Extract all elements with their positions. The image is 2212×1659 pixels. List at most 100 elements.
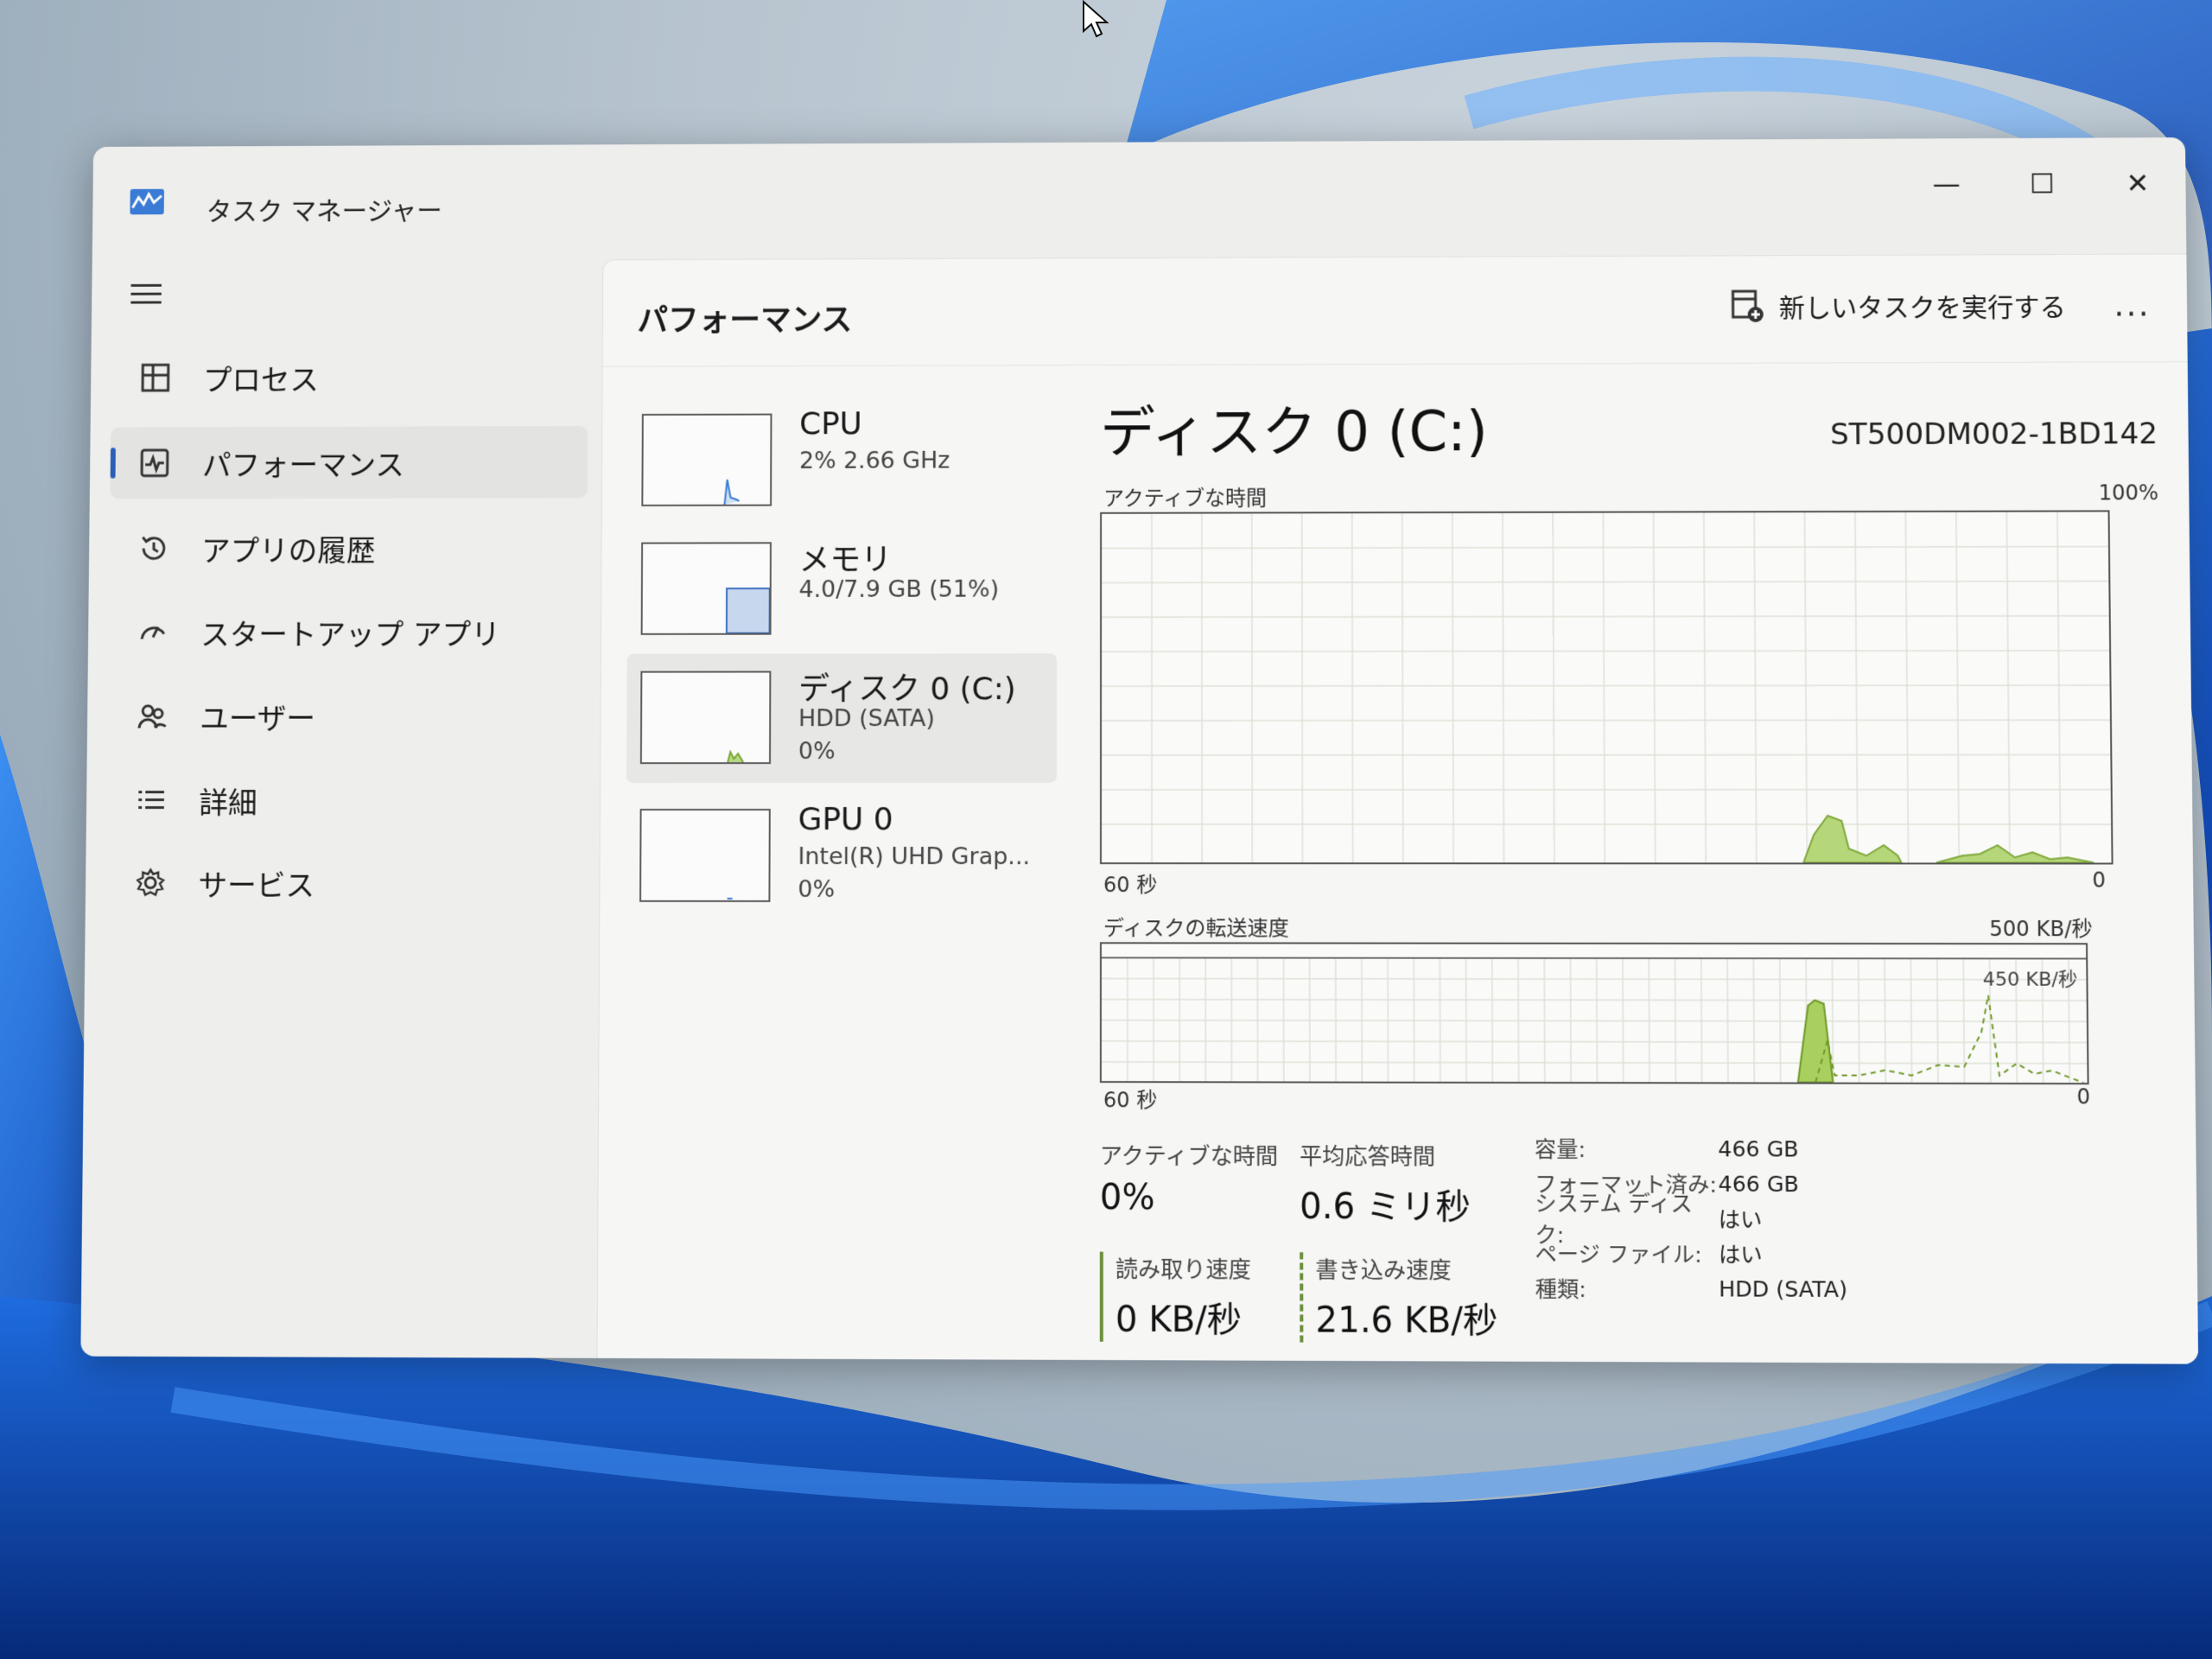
active-time-graph-label: アクティブな時間 — [1103, 486, 1268, 511]
performance-icon — [132, 441, 177, 485]
transfer-rate-graph: 450 KB/秒 — [1099, 942, 2089, 1085]
content-header: パフォーマンス 新しいタスクを実行する ... — [602, 254, 2189, 367]
transfer-rate-graph-max: 500 KB/秒 — [1989, 916, 2093, 942]
nav-item-services[interactable]: サービス — [105, 847, 585, 919]
device-usage: 2% 2.66 GHz — [798, 447, 950, 474]
title-bar[interactable]: タスク マネージャー — ☐ ✕ — [92, 137, 2186, 232]
nav-label: 詳細 — [199, 785, 257, 821]
nav-item-performance[interactable]: パフォーマンス — [110, 426, 588, 499]
stat-active-time: アクティブな時間 0% — [1100, 1139, 1278, 1218]
startup-icon — [130, 610, 175, 655]
transfer-rate-axis-right: 0 — [2076, 1084, 2091, 1109]
nav-label: ユーザー — [200, 702, 316, 737]
nav-label: スタートアップ アプリ — [200, 617, 501, 652]
device-item-gpu-0[interactable]: GPU 0 Intel(R) UHD Grap... 0% — [626, 791, 1057, 921]
maximize-button[interactable]: ☐ — [1994, 153, 2090, 213]
device-item-disk-0[interactable]: ディスク 0 (C:) HDD (SATA) 0% — [626, 653, 1058, 784]
property-row: ページ ファイル: はい — [1535, 1236, 1847, 1272]
device-list: CPU 2% 2.66 GHz メモリ 4.0/7.9 GB (51%) ディス… — [626, 387, 1058, 903]
property-value: 466 GB — [1718, 1171, 1799, 1197]
disk-detail-panel: ディスク 0 (C:) ST500DM002-1BD142 アクティブな時間 1… — [1099, 384, 2167, 1351]
nav-label: パフォーマンス — [201, 448, 405, 483]
detail-title: ディスク 0 (C:) — [1100, 400, 1488, 466]
device-item-memory[interactable]: メモリ 4.0/7.9 GB (51%) — [627, 524, 1058, 654]
performance-content: パフォーマンス 新しいタスクを実行する ... CPU 2% 2.66 GHz … — [596, 253, 2199, 1364]
history-icon — [131, 526, 176, 571]
property-row: システム ディスク: はい — [1535, 1191, 1847, 1248]
minimize-button[interactable]: — — [1898, 154, 1994, 214]
run-new-task-label: 新しいタスクを実行する — [1778, 292, 2066, 324]
transfer-rate-graph-label: ディスクの転送速度 — [1103, 916, 1289, 941]
device-model: Intel(R) UHD Grap... — [798, 842, 1031, 871]
minimize-icon: — — [1932, 167, 1961, 200]
users-icon — [130, 694, 175, 739]
gpu-thumbnail-graph — [639, 809, 771, 902]
mouse-cursor-icon — [1083, 0, 1109, 38]
stat-label: 書き込み速度 — [1315, 1257, 1452, 1285]
device-usage: 4.0/7.9 GB (51%) — [798, 575, 1000, 603]
device-name: ディスク 0 (C:) — [798, 671, 1016, 708]
stat-value: 0% — [1099, 1177, 1155, 1218]
device-usage: 0% — [798, 875, 836, 904]
window-title: タスク マネージャー — [206, 196, 442, 227]
disk-model: ST500DM002-1BD142 — [1830, 416, 2158, 453]
disk-properties: 容量: 466 GB フォーマット済み: 466 GB システム ディスク: はい ペ… — [1535, 1131, 1847, 1307]
transfer-rate-axis-left: 60 秒 — [1103, 1088, 1158, 1113]
stat-label: 平均応答時間 — [1299, 1144, 1436, 1171]
stat-label: 読み取り速度 — [1115, 1256, 1251, 1284]
details-icon — [129, 778, 174, 823]
new-task-icon — [1732, 289, 1764, 322]
task-manager-app-icon — [130, 188, 164, 215]
property-key: 容量: — [1535, 1136, 1586, 1163]
stat-value: 0 KB/秒 — [1115, 1300, 1243, 1341]
stat-value: 0.6 ミリ秒 — [1300, 1186, 1471, 1228]
close-button[interactable]: ✕ — [2089, 153, 2186, 213]
device-item-cpu[interactable]: CPU 2% 2.66 GHz — [627, 396, 1057, 525]
property-row: 種類: HDD (SATA) — [1535, 1270, 1848, 1306]
page-title: パフォーマンス — [637, 302, 853, 339]
nav-label: サービス — [198, 868, 315, 904]
nav-item-details[interactable]: 詳細 — [106, 764, 586, 836]
device-name: CPU — [799, 406, 862, 442]
property-key: 種類: — [1535, 1276, 1586, 1303]
active-time-axis-right: 0 — [2092, 868, 2107, 893]
stat-avg-response: 平均応答時間 0.6 ミリ秒 — [1300, 1139, 1471, 1230]
task-manager-window: タスク マネージャー — ☐ ✕ プロセス パフォーマンス アプリの履歴 スター… — [80, 137, 2199, 1364]
nav-item-users[interactable]: ユーザー — [107, 680, 586, 753]
run-new-task-button[interactable]: 新しいタスクを実行する — [1730, 286, 2066, 325]
property-value: はい — [1718, 1207, 1763, 1233]
nav-item-processes[interactable]: プロセス — [111, 340, 588, 414]
nav-item-app-history[interactable]: アプリの履歴 — [109, 512, 588, 584]
maximize-icon: ☐ — [2029, 167, 2055, 200]
device-name: GPU 0 — [798, 802, 893, 838]
hamburger-menu-icon[interactable] — [129, 281, 163, 308]
navigation-sidebar: プロセス パフォーマンス アプリの履歴 スタートアップ アプリ ユーザー 詳細 … — [80, 238, 602, 1350]
disk-thumbnail-graph — [639, 671, 772, 765]
nav-label: プロセス — [202, 363, 320, 398]
device-name: メモリ — [798, 543, 893, 579]
processes-icon — [133, 355, 178, 399]
more-icon: ... — [2113, 285, 2151, 324]
stat-read-speed: 読み取り速度 0 KB/秒 — [1099, 1251, 1251, 1343]
transfer-rate-inner-label: 450 KB/秒 — [1982, 969, 2078, 991]
active-time-graph — [1099, 510, 2113, 865]
cpu-thumbnail-graph — [641, 413, 772, 506]
device-usage: 0% — [798, 738, 836, 766]
stat-write-speed: 書き込み速度 21.6 KB/秒 — [1300, 1252, 1498, 1344]
stat-value: 21.6 KB/秒 — [1315, 1300, 1498, 1342]
more-options-button[interactable]: ... — [2097, 278, 2167, 330]
device-type: HDD (SATA) — [798, 705, 935, 733]
property-row: 容量: 466 GB — [1535, 1131, 1847, 1166]
nav-item-startup-apps[interactable]: スタートアップ アプリ — [108, 595, 587, 668]
active-time-graph-max: 100% — [2098, 480, 2159, 505]
stat-label: アクティブな時間 — [1099, 1143, 1278, 1171]
property-value: はい — [1718, 1242, 1763, 1268]
property-value: 466 GB — [1718, 1135, 1799, 1162]
memory-thumbnail-graph — [640, 542, 772, 635]
property-key: ページ ファイル: — [1535, 1241, 1702, 1268]
close-icon: ✕ — [2126, 167, 2150, 200]
active-time-axis-left: 60 秒 — [1103, 873, 1158, 898]
property-value: HDD (SATA) — [1719, 1275, 1848, 1302]
nav-label: アプリの履歴 — [200, 533, 376, 569]
services-icon — [128, 861, 173, 906]
